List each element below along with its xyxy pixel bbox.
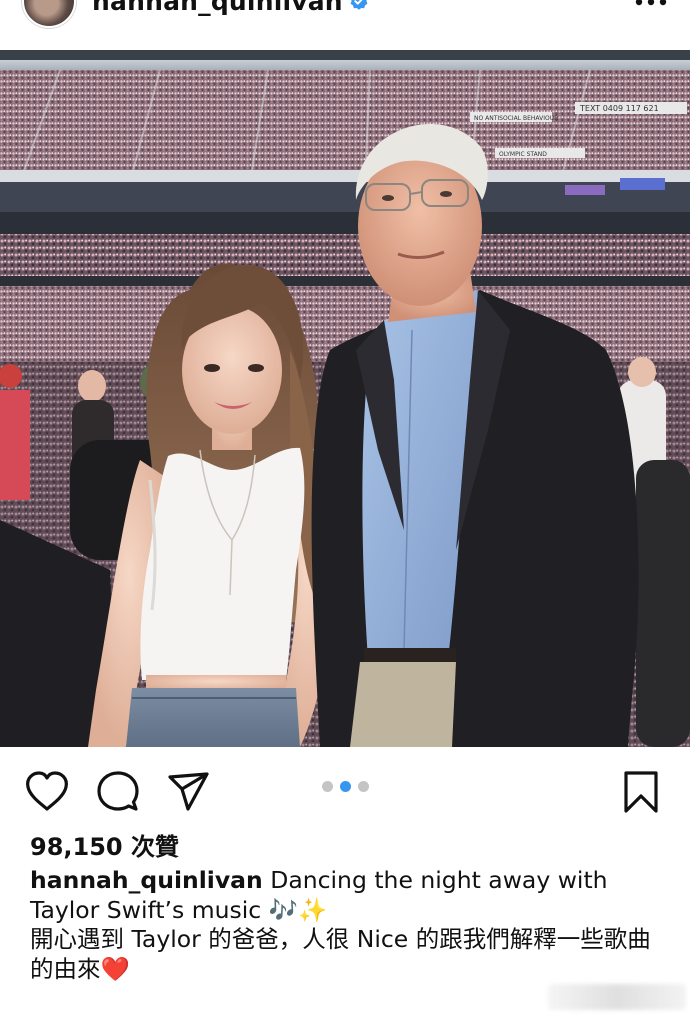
carousel-dot-active [340, 781, 351, 792]
post-photo[interactable]: TEXT 0409 117 621 NO ANTISOCIAL BEHAVIOU… [0, 50, 690, 747]
carousel-pagination [322, 781, 370, 793]
comment-icon[interactable] [95, 769, 141, 815]
signage-text: OLYMPIC STAND [499, 151, 547, 158]
more-dots-icon[interactable] [634, 0, 668, 10]
signage-text: TEXT 0409 117 621 [579, 104, 659, 113]
post-username-text[interactable]: hannah_quinlivan [92, 0, 343, 16]
post-username[interactable]: hannah_quinlivan [92, 0, 369, 17]
bookmark-icon[interactable] [618, 769, 664, 815]
carousel-dot [322, 781, 333, 792]
caption-username[interactable]: hannah_quinlivan [30, 866, 263, 894]
post-header: hannah_quinlivan [0, 0, 690, 50]
post-caption: hannah_quinlivan Dancing the night away … [30, 866, 670, 984]
watermark [548, 984, 686, 1010]
avatar[interactable] [22, 0, 76, 28]
signage-text: NO ANTISOCIAL BEHAVIOUR [474, 115, 558, 122]
like-count[interactable]: 98,150 次贊 [30, 832, 179, 862]
caption-text-chinese: 開心遇到 Taylor 的爸爸，人很 Nice 的跟我們解釋一些歌曲的由來❤️ [30, 925, 651, 983]
heart-icon[interactable] [24, 769, 70, 815]
post-action-bar [0, 747, 690, 833]
verified-badge-icon [350, 0, 368, 10]
concert-photo-illustration: TEXT 0409 117 621 NO ANTISOCIAL BEHAVIOU… [0, 50, 690, 747]
carousel-dot [358, 781, 369, 792]
send-icon[interactable] [166, 769, 212, 815]
